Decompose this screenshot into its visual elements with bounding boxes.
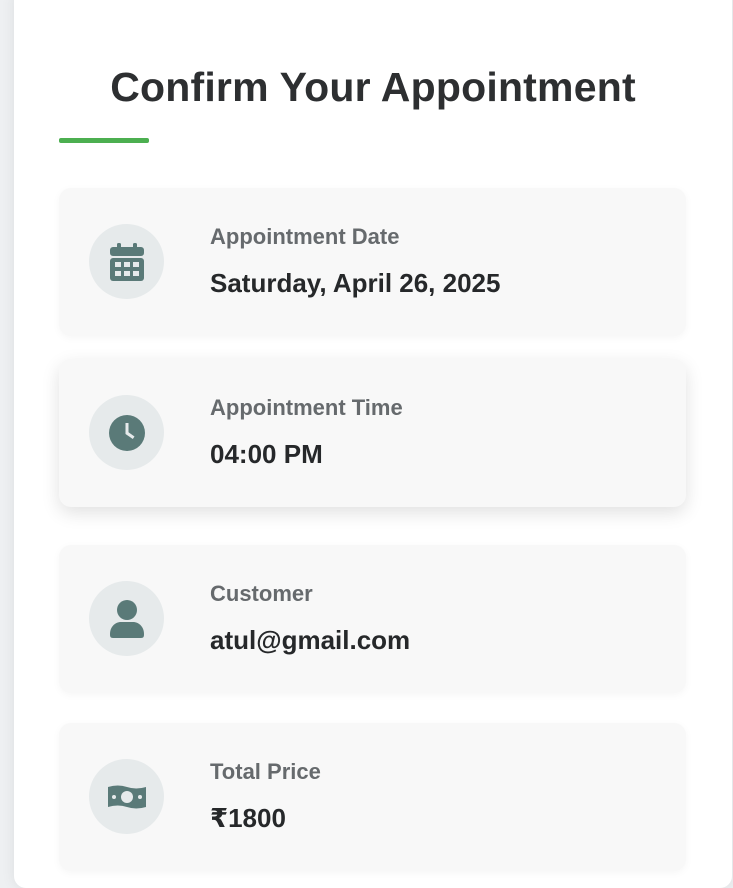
detail-row-customer: Customer atul@gmail.com [59,545,686,693]
title-underline [59,138,149,143]
detail-label: Total Price [210,759,321,784]
icon-circle [89,581,164,656]
detail-value: 04:00 PM [210,439,323,469]
detail-row-price: Total Price ₹1800 [59,723,686,871]
icon-circle [89,224,164,299]
detail-value: ₹1800 [210,803,286,833]
icon-circle [89,395,164,470]
detail-value: Saturday, April 26, 2025 [210,268,501,298]
detail-row-time: Appointment Time 04:00 PM [59,359,686,507]
money-bill-icon [107,785,146,808]
detail-row-date: Appointment Date Saturday, April 26, 202… [59,188,686,336]
detail-label: Customer [210,581,313,606]
page-title: Confirm Your Appointment [110,64,636,110]
detail-label: Appointment Time [210,395,403,420]
user-icon [109,599,144,638]
icon-circle [89,759,164,834]
calendar-icon [109,242,144,281]
detail-label: Appointment Date [210,224,400,249]
appointment-confirmation-card: Confirm Your Appointment Appointment Dat… [14,0,732,888]
detail-value: atul@gmail.com [210,625,411,655]
clock-icon [108,414,145,451]
